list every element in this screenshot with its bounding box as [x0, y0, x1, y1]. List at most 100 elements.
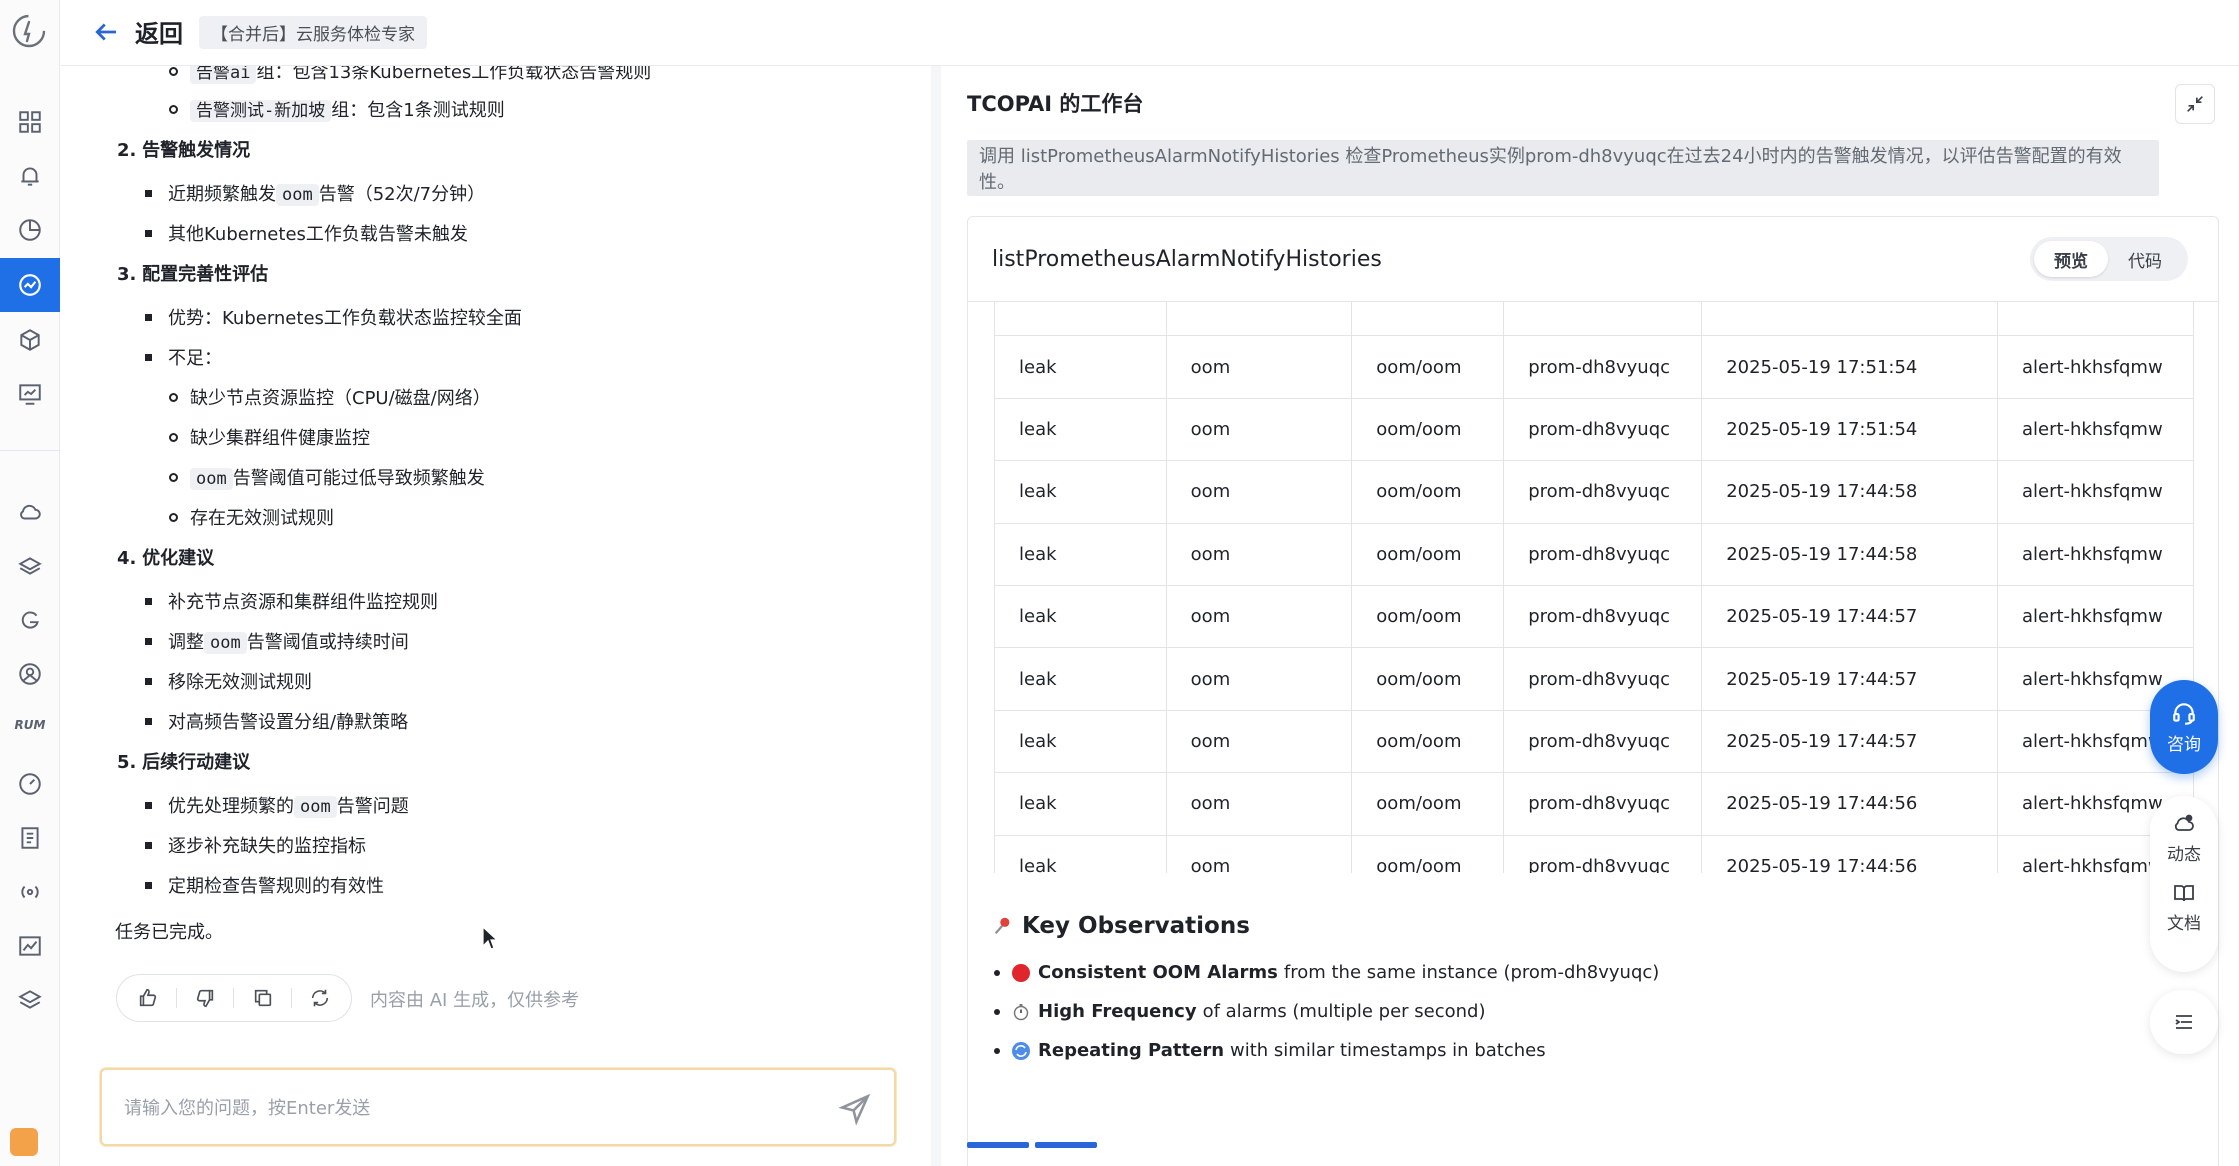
cube-icon[interactable] — [12, 322, 48, 358]
table-cell: leak — [994, 709, 1167, 774]
red-circle-icon — [1012, 963, 1030, 982]
chat-input-box — [100, 1068, 896, 1146]
section-heading: 5. 后续行动建议 — [117, 752, 251, 773]
grafana-icon[interactable] — [12, 602, 48, 638]
copy-icon[interactable] — [249, 984, 277, 1012]
table-row: leak oom oom/oom prom-dh8vyuqc 2025-05-19 17… — [994, 647, 2195, 711]
table-cell: prom-dh8vyuqc — [1503, 709, 1703, 774]
table-cell: alert-hkhsfqmw — [1996, 522, 2195, 586]
monitor-gauge-icon[interactable] — [12, 267, 48, 303]
list-item: 优先处理频繁的 oom 告警问题 — [145, 794, 409, 820]
pane-divider[interactable] — [931, 66, 941, 1166]
back-arrow-icon[interactable] — [91, 17, 121, 47]
table-cell: 2025-05-19 17:44:58 — [1701, 460, 1998, 524]
bottom-tab-indicators — [967, 1142, 1097, 1150]
agent-name-tag: 【合并后】云服务体检专家 — [199, 16, 427, 49]
bullet — [994, 1047, 1000, 1054]
table-row: leak oom oom/oom prom-dh8vyuqc 2025-05-19 17… — [994, 584, 2195, 649]
alarm-bell-icon[interactable] — [12, 158, 48, 194]
table-cell — [1165, 301, 1353, 337]
table-cell: leak — [994, 397, 1167, 462]
list-item: 不足： — [145, 346, 222, 372]
tab-indicator[interactable] — [967, 1142, 1029, 1148]
table-cell: leak — [994, 584, 1167, 649]
section-heading: 2. 告警触发情况 — [117, 140, 251, 161]
observations-heading: Key Observations — [992, 913, 1250, 939]
server-stack-icon[interactable] — [12, 548, 48, 584]
logbook-icon[interactable] — [12, 820, 48, 856]
back-button[interactable]: 返回 — [135, 14, 183, 49]
table-cell: oom/oom — [1351, 834, 1505, 873]
rail-divider — [0, 450, 60, 451]
table-cell: prom-dh8vyuqc — [1503, 772, 1703, 836]
table-cell: oom — [1165, 647, 1353, 711]
tab-indicator[interactable] — [1035, 1142, 1097, 1148]
pie-chart-icon[interactable] — [12, 212, 48, 248]
send-icon[interactable] — [838, 1092, 872, 1126]
headset-icon — [2173, 702, 2195, 725]
rum-icon[interactable]: RUM — [8, 718, 52, 732]
table-row — [994, 301, 2195, 337]
list-item: oom 告警阈值可能过低导致频繁触发 — [169, 466, 485, 492]
table-cell: oom/oom — [1351, 647, 1505, 711]
tab-code[interactable]: 代码 — [2108, 241, 2182, 277]
table-cell: oom/oom — [1351, 335, 1505, 399]
regenerate-icon[interactable] — [306, 984, 334, 1012]
bullet — [994, 969, 1000, 976]
topology-icon[interactable] — [12, 656, 48, 692]
dashboard-icon[interactable] — [12, 104, 48, 140]
layers-icon[interactable] — [12, 982, 48, 1018]
thumbs-down-icon[interactable] — [191, 984, 219, 1012]
result-table-viewport[interactable]: leak oom oom/oom prom-dh8vyuqc 2025-05-19 17… — [968, 301, 2198, 873]
table-cell: leak — [994, 335, 1167, 399]
image-chart-icon[interactable] — [12, 928, 48, 964]
list-item: 存在无效测试规则 — [169, 506, 334, 532]
table-cell: oom/oom — [1351, 709, 1505, 774]
table-cell: oom — [1165, 584, 1353, 649]
speed-gauge-icon[interactable] — [12, 766, 48, 802]
table-cell: oom/oom — [1351, 397, 1505, 462]
activity-cloud-icon — [2174, 814, 2194, 831]
table-row: leak oom oom/oom prom-dh8vyuqc 2025-05-19 17… — [994, 460, 2195, 524]
table-cell: prom-dh8vyuqc — [1503, 647, 1703, 711]
table-cell: alert-hkhsfqmw — [1996, 397, 2195, 462]
table-cell: oom/oom — [1351, 584, 1505, 649]
list-menu-icon — [2175, 1015, 2192, 1029]
activity-button[interactable]: 动态 — [2167, 812, 2201, 865]
table-cell: prom-dh8vyuqc — [1503, 584, 1703, 649]
list-item: 缺少集群组件健康监控 — [169, 426, 370, 452]
chat-input[interactable] — [124, 1092, 804, 1124]
task-description: 调用 listPrometheusAlarmNotifyHistories 检查… — [967, 140, 2159, 196]
consult-button[interactable]: 咨询 — [2150, 680, 2218, 774]
report-icon[interactable] — [12, 376, 48, 412]
table-cell: prom-dh8vyuqc — [1503, 335, 1703, 399]
table-cell — [1503, 301, 1703, 337]
avatar[interactable] — [10, 1128, 38, 1156]
table-cell: alert-hkhsfqmw — [1996, 335, 2195, 399]
mouse-cursor-icon — [482, 926, 499, 950]
tab-preview[interactable]: 预览 — [2034, 241, 2108, 277]
result-table: leak oom oom/oom prom-dh8vyuqc 2025-05-19 17… — [994, 301, 2195, 873]
table-cell: leak — [994, 647, 1167, 711]
table-cell: prom-dh8vyuqc — [1503, 460, 1703, 524]
repeat-icon — [1012, 1041, 1030, 1060]
table-cell: 2025-05-19 17:44:57 — [1701, 647, 1998, 711]
table-cell — [994, 301, 1167, 337]
table-cell — [1351, 301, 1505, 337]
thumbs-up-icon[interactable] — [134, 984, 162, 1012]
outline-button[interactable] — [2150, 990, 2218, 1054]
stopwatch-icon — [1013, 1003, 1029, 1020]
logo-icon[interactable] — [8, 10, 50, 52]
app-root: RUM 返回 【合并后】云服务体检专家 告警ai 组：包含13条Kubernete… — [0, 0, 2239, 1166]
collapse-button[interactable] — [2175, 84, 2215, 124]
broadcast-icon[interactable] — [12, 874, 48, 910]
list-item: 告警测试-新加坡 组：包含1条测试规则 — [169, 98, 505, 124]
workbench-title: TCOPAI 的工作台 — [967, 92, 1144, 116]
docs-button[interactable]: 文档 — [2167, 881, 2201, 934]
list-item: 缺少节点资源监控（CPU/磁盘/网络） — [169, 386, 491, 412]
list-item: 调整 oom 告警阈值或持续时间 — [145, 630, 409, 656]
cloud-icon[interactable] — [12, 494, 48, 530]
ai-disclaimer: 内容由 AI 生成，仅供参考 — [370, 990, 580, 1011]
pushpin-icon — [994, 917, 1010, 935]
table-cell: 2025-05-19 17:44:56 — [1701, 834, 1998, 873]
